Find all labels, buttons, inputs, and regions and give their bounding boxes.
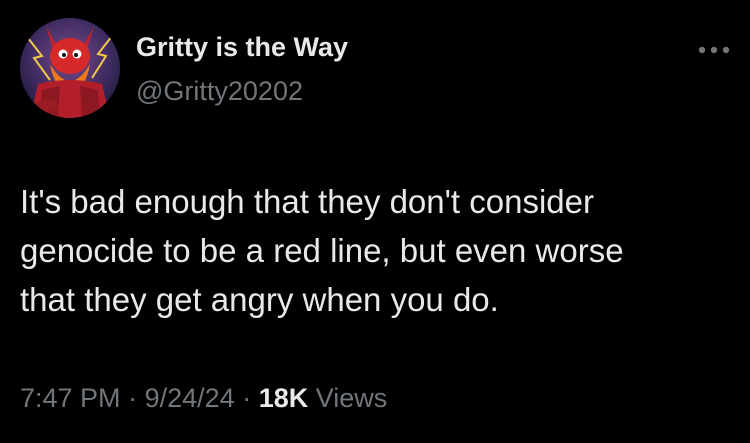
views-count[interactable]: 18K	[259, 383, 309, 413]
avatar[interactable]	[20, 18, 120, 118]
gritty-mascot-avatar-icon	[20, 18, 120, 118]
tweet-date[interactable]: 9/24/24	[145, 383, 235, 413]
more-horizontal-icon	[698, 46, 730, 54]
more-options-button[interactable]	[694, 38, 734, 62]
tweet-card: Gritty is the Way @Gritty20202 It's bad …	[0, 0, 750, 443]
tweet-meta: 7:47 PM · 9/24/24 · 18K Views	[20, 381, 387, 415]
meta-separator: ·	[242, 383, 252, 413]
user-handle[interactable]: @Gritty20202	[136, 74, 303, 108]
meta-separator: ·	[128, 383, 138, 413]
tweet-text: It's bad enough that they don't consider…	[20, 183, 624, 318]
tweet-time[interactable]: 7:47 PM	[20, 383, 121, 413]
display-name[interactable]: Gritty is the Way	[136, 30, 348, 64]
views-label: Views	[315, 383, 388, 413]
